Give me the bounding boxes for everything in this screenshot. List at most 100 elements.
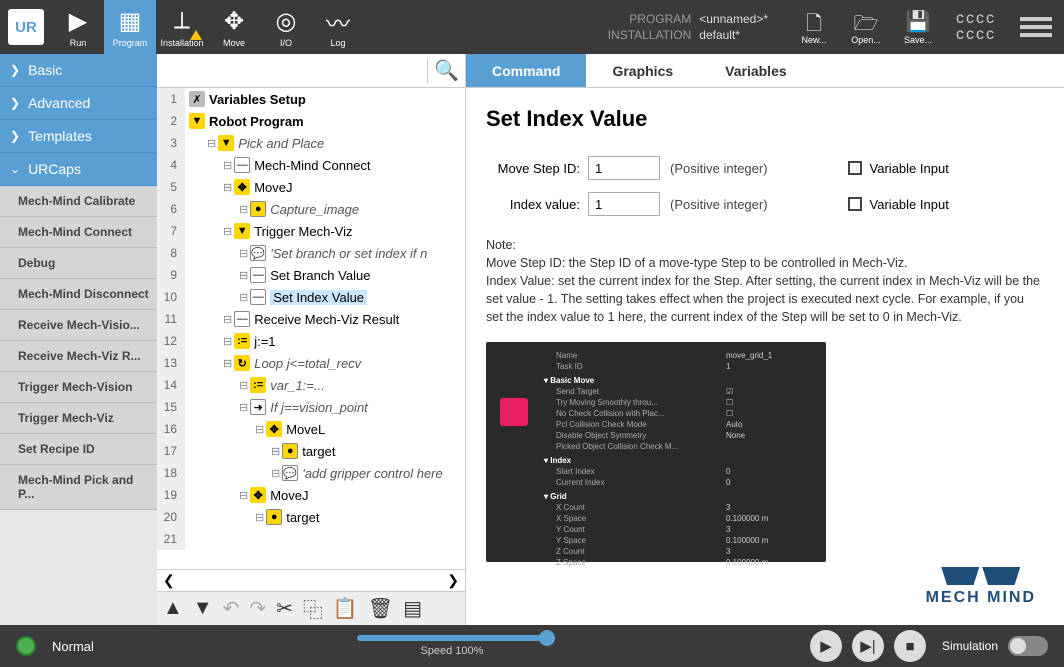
palette-item[interactable]: Set Recipe ID — [0, 434, 157, 465]
search-icon[interactable]: 🔍 — [434, 58, 459, 83]
palette-item[interactable]: Mech-Mind Disconnect — [0, 279, 157, 310]
node-icon: ● — [266, 509, 282, 525]
nav-run[interactable]: ▶Run — [52, 0, 104, 54]
node-label: var_1:=... — [270, 378, 325, 393]
move-step-id-input[interactable] — [588, 156, 660, 180]
chevron-right-icon: ❯ — [10, 96, 20, 110]
node-label: Set Index Value — [270, 290, 367, 305]
tree-row[interactable]: 10⊟—Set Index Value — [157, 286, 465, 308]
detail-pane: Command Graphics Variables Set Index Val… — [466, 54, 1064, 625]
nav-program[interactable]: ▦Program — [104, 0, 156, 54]
cat-urcaps[interactable]: ⌄URCaps — [0, 153, 157, 186]
nav-move[interactable]: ✥Move — [208, 0, 260, 54]
file-save[interactable]: 💾Save... — [892, 9, 944, 45]
redo-icon[interactable]: ↷ — [249, 596, 266, 621]
tree-row[interactable]: 14⊟:=var_1:=... — [157, 374, 465, 396]
node-icon: ▼ — [218, 135, 234, 151]
move-up-icon[interactable]: ▲ — [163, 597, 183, 620]
tree-search-input[interactable] — [163, 58, 421, 84]
status-dot-icon[interactable] — [16, 636, 36, 656]
tree-row[interactable]: 4⊟—Mech-Mind Connect — [157, 154, 465, 176]
palette-item[interactable]: Receive Mech-Visio... — [0, 310, 157, 341]
palette-item[interactable]: Receive Mech-Viz R... — [0, 341, 157, 372]
scroll-left-icon[interactable]: ❮ — [163, 572, 175, 589]
node-icon: ▼ — [234, 223, 250, 239]
suppress-icon[interactable]: ▤ — [403, 596, 422, 621]
tree-row[interactable]: 21 — [157, 528, 465, 550]
variable-input-check-1[interactable]: Variable Input — [848, 161, 949, 176]
palette-item[interactable]: Trigger Mech-Viz — [0, 403, 157, 434]
tree-row[interactable]: 20⊟●target — [157, 506, 465, 528]
node-label: Loop j<=total_recv — [254, 356, 361, 371]
delete-icon[interactable]: 🗑 — [368, 596, 393, 621]
detail-tabs: Command Graphics Variables — [466, 54, 1064, 88]
tree-row[interactable]: 15⊟➜If j==vision_point — [157, 396, 465, 418]
node-label: 'Set branch or set index if n — [270, 246, 427, 261]
tree-row[interactable]: 6⊟●Capture_image — [157, 198, 465, 220]
cat-advanced[interactable]: ❯Advanced — [0, 87, 157, 120]
step-button[interactable]: ▶| — [852, 630, 884, 662]
tree-row[interactable]: 19⊟✥MoveJ — [157, 484, 465, 506]
palette-item[interactable]: Debug — [0, 248, 157, 279]
palette-item[interactable]: Mech-Mind Pick and P... — [0, 465, 157, 510]
palette-item[interactable]: Mech-Mind Calibrate — [0, 186, 157, 217]
palette-item[interactable]: Trigger Mech-Vision — [0, 372, 157, 403]
tree-row[interactable]: 12⊟:=j:=1 — [157, 330, 465, 352]
file-open[interactable]: 🗁Open... — [840, 9, 892, 45]
move-down-icon[interactable]: ▼ — [193, 597, 213, 620]
tree-row[interactable]: 9⊟—Set Branch Value — [157, 264, 465, 286]
tab-graphics[interactable]: Graphics — [586, 54, 699, 87]
program-tree-pane: 🔍 1✗Variables Setup2▼Robot Program3⊟▼Pic… — [157, 54, 466, 625]
tree-row[interactable]: 2▼Robot Program — [157, 110, 465, 132]
undo-icon[interactable]: ↶ — [223, 596, 240, 621]
paste-icon[interactable]: 📋 — [333, 596, 358, 621]
tree-row[interactable]: 11⊟—Receive Mech-Viz Result — [157, 308, 465, 330]
cat-basic[interactable]: ❯Basic — [0, 54, 157, 87]
index-value-input[interactable] — [588, 192, 660, 216]
simulation-label: Simulation — [942, 639, 998, 653]
tree-row[interactable]: 13⊟↻Loop j<=total_recv — [157, 352, 465, 374]
node-label: Pick and Place — [238, 136, 324, 151]
hamburger-menu[interactable] — [1020, 13, 1052, 41]
node-icon: ● — [250, 201, 266, 217]
copy-icon[interactable]: ⿻ — [303, 594, 323, 623]
file-new[interactable]: 🗋New... — [788, 9, 840, 45]
variable-input-check-2[interactable]: Variable Input — [848, 197, 949, 212]
tree-row[interactable]: 1✗Variables Setup — [157, 88, 465, 110]
tree-row[interactable]: 3⊟▼Pick and Place — [157, 132, 465, 154]
node-icon: — — [250, 267, 266, 283]
node-label: Mech-Mind Connect — [254, 158, 370, 173]
slider-thumb[interactable] — [539, 630, 555, 646]
installation-value: default* — [699, 27, 768, 43]
tree-hscroll[interactable]: ❮ ❯ — [157, 569, 465, 591]
simulation-toggle[interactable] — [1008, 636, 1048, 656]
tree-row[interactable]: 8⊟💬'Set branch or set index if n — [157, 242, 465, 264]
tree-row[interactable]: 7⊟▼Trigger Mech-Viz — [157, 220, 465, 242]
tree-row[interactable]: 17⊟●target — [157, 440, 465, 462]
nav-installation[interactable]: ⟂Installation — [156, 0, 208, 54]
cut-icon[interactable]: ✂ — [276, 596, 293, 621]
tab-variables[interactable]: Variables — [699, 54, 813, 87]
play-button[interactable]: ▶ — [810, 630, 842, 662]
nav-io[interactable]: ◎I/O — [260, 0, 312, 54]
top-toolbar: UR ▶Run ▦Program ⟂Installation ✥Move ◎I/… — [0, 0, 1064, 54]
scroll-right-icon[interactable]: ❯ — [447, 572, 459, 589]
tree-row[interactable]: 5⊟✥MoveJ — [157, 176, 465, 198]
program-tree[interactable]: 1✗Variables Setup2▼Robot Program3⊟▼Pick … — [157, 88, 465, 569]
node-label: MoveL — [286, 422, 325, 437]
tree-row[interactable]: 18⊟💬'add gripper control here — [157, 462, 465, 484]
cat-templates[interactable]: ❯Templates — [0, 120, 157, 153]
node-label: Robot Program — [209, 114, 304, 129]
tree-row[interactable]: 16⊟✥MoveL — [157, 418, 465, 440]
node-label: Receive Mech-Viz Result — [254, 312, 399, 327]
palette-item[interactable]: Mech-Mind Connect — [0, 217, 157, 248]
header-info: PROGRAM INSTALLATION <unnamed>* default* — [364, 11, 788, 43]
speed-slider[interactable] — [357, 635, 547, 641]
tree-toolbar: ▲ ▼ ↶ ↷ ✂ ⿻ 📋 🗑 ▤ — [157, 591, 465, 625]
nav-log[interactable]: 〰Log — [312, 0, 364, 54]
node-icon: — — [234, 311, 250, 327]
node-label: MoveJ — [270, 488, 308, 503]
stop-button[interactable]: ■ — [894, 630, 926, 662]
node-icon: ✥ — [234, 179, 250, 195]
tab-command[interactable]: Command — [466, 54, 586, 87]
